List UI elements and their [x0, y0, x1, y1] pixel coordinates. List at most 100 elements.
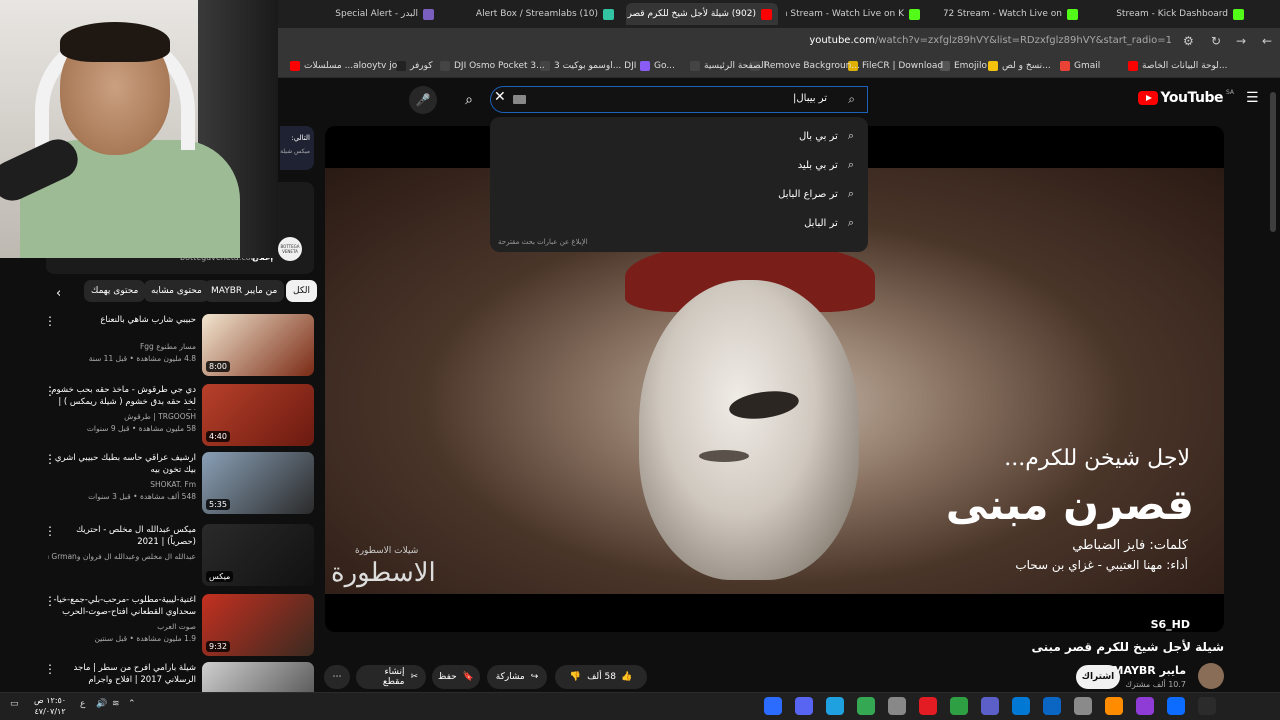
channel-avatar[interactable]: [1198, 663, 1224, 689]
video-thumbnail[interactable]: 5:35: [202, 452, 314, 514]
clear-search-icon[interactable]: ✕: [494, 89, 506, 105]
taskbar-app-icon[interactable]: [764, 697, 782, 715]
save-button[interactable]: 🔖 حفظ: [432, 665, 480, 689]
recommendation-item[interactable]: ميكس ميكس عبدالله ال مخلص - احتريك (حصري…: [40, 524, 316, 590]
suggestion-item[interactable]: ⌕ تر بي بليد: [798, 158, 854, 172]
browser-tab[interactable]: IlYzn Stream - Watch Live on K: [786, 3, 926, 25]
browser-tab[interactable]: Stream - Kick Dashboard: [1100, 3, 1250, 25]
search-input[interactable]: ⌕ تر بيبال|: [490, 86, 868, 113]
video-thumbnail[interactable]: 8:00: [202, 314, 314, 376]
microphone-icon[interactable]: 🎤: [409, 86, 437, 114]
chevron-up-icon[interactable]: ⌃: [128, 699, 136, 709]
bookmark-item[interactable]: اوسمو بوكيت 3... DJI: [540, 61, 636, 71]
taskbar-app-icon[interactable]: [919, 697, 937, 715]
taskbar-app-icon[interactable]: [1167, 697, 1185, 715]
url-field[interactable]: youtube.com/watch?v=zxfglz89hVY&list=RDz…: [809, 35, 1172, 46]
keyboard-icon[interactable]: [513, 95, 526, 104]
recommendation-item[interactable]: 4:40 دي جي طرقوش - ماخذ حقه بحب خشوم لخذ…: [40, 384, 316, 450]
dislike-button[interactable]: 👎: [570, 672, 581, 682]
video-thumbnail[interactable]: ميكس: [202, 524, 314, 586]
page-scrollbar[interactable]: [1270, 92, 1276, 232]
recommendation-channel[interactable]: مسار مطنوع Fgg: [48, 342, 196, 351]
more-vertical-icon[interactable]: ⋮: [44, 524, 56, 538]
wifi-icon[interactable]: ≋: [112, 699, 120, 709]
bookmark-item[interactable]: DJI Osmo Pocket 3...: [440, 61, 545, 71]
chip-for-you[interactable]: محتوى يهمك: [84, 280, 146, 302]
chip-similar[interactable]: محتوى مشابه: [144, 280, 209, 302]
search-button[interactable]: ⌕: [452, 86, 486, 113]
taskbar-clock[interactable]: ١٢:٥٠ ص ٤٧/٠٧/١٢: [34, 695, 66, 717]
reload-icon[interactable]: ↻: [1211, 34, 1221, 48]
taskbar-app-icon[interactable]: [1105, 697, 1123, 715]
taskbar-app-icon[interactable]: [1198, 697, 1216, 715]
bookmark-item[interactable]: Go...: [640, 61, 675, 71]
more-vertical-icon[interactable]: ⋮: [44, 314, 56, 328]
taskbar-app-icon[interactable]: [950, 697, 968, 715]
up-next-card[interactable]: التالي: ميكس شيلة: [280, 126, 314, 170]
subscribe-button[interactable]: اشتراك: [1076, 665, 1120, 689]
bookmark-item[interactable]: مسلسلات ...alooytv jo: [290, 61, 397, 71]
browser-tab[interactable]: (10) Alert Box / Streamlabs: [460, 3, 620, 25]
taskbar-app-icon[interactable]: [857, 697, 875, 715]
recommendation-title[interactable]: دي جي طرقوش - ماخذ حقه بحب خشوم لخذ حقه …: [48, 384, 196, 410]
taskbar-app-icon[interactable]: [888, 697, 906, 715]
video-thumbnail[interactable]: 4:40: [202, 384, 314, 446]
recommendation-channel[interactable]: صوت العرب: [48, 622, 196, 631]
recommendation-title[interactable]: ميكس عبدالله ال مخلص - احتريك (حصرياً) |…: [48, 524, 196, 548]
more-actions-button[interactable]: ⋯: [324, 665, 350, 689]
recommendation-channel[interactable]: عبدالله ال مخلص وعبدالله ال فروان وBin G…: [48, 552, 196, 561]
notification-icon[interactable]: ▭: [10, 699, 19, 709]
bookmark-item[interactable]: لوحة البيانات الخاصة...: [1128, 61, 1228, 71]
suggestion-item[interactable]: ⌕ تر البابل: [804, 216, 854, 230]
bookmark-item[interactable]: كورفر: [396, 61, 433, 71]
bookmark-item[interactable]: الصفحة الرئيسية: [690, 61, 766, 71]
chip-from-channel[interactable]: من مايبر MAYBR: [204, 280, 285, 302]
chevron-left-icon[interactable]: ‹: [56, 286, 61, 301]
bookmark-item[interactable]: Emojilo: [940, 61, 987, 71]
more-vertical-icon[interactable]: ⋮: [44, 384, 56, 398]
taskbar-app-icon[interactable]: [1012, 697, 1030, 715]
more-vertical-icon[interactable]: ⋮: [44, 452, 56, 466]
recommendation-title[interactable]: ارشيف عراقي حاسه بطبك حبيبي اشري بيك تخو…: [48, 452, 196, 476]
browser-tab[interactable]: البدر - Special Alert: [300, 3, 440, 25]
bookmark-item[interactable]: FileCR | Download: [848, 61, 943, 71]
suggestion-item[interactable]: ⌕ تر بي بال: [799, 129, 854, 143]
bookmark-item[interactable]: نسخ و لص...: [988, 61, 1051, 71]
recommendation-item[interactable]: شيلة بارامي افرح من سطر | ماجد الرسلاني …: [40, 662, 316, 692]
menu-icon[interactable]: ☰: [1246, 90, 1260, 106]
taskbar-app-icon[interactable]: [826, 697, 844, 715]
taskbar-app-icon[interactable]: [981, 697, 999, 715]
recommendation-title[interactable]: اغنية-ليبية-مطلوب -مرحب-بلي-جمع-خيا- سحد…: [48, 594, 196, 618]
youtube-logo[interactable]: YouTube SA: [1137, 89, 1234, 106]
chip-all[interactable]: الكل: [286, 280, 318, 302]
recommendation-channel[interactable]: TRGOOSH | طرقوش: [48, 412, 196, 421]
channel-name[interactable]: مايبر MAYBR: [1113, 664, 1186, 677]
back-icon[interactable]: ←: [1262, 34, 1272, 48]
recommendation-item[interactable]: 9:32 اغنية-ليبية-مطلوب -مرحب-بلي-جمع-خيا…: [40, 594, 316, 660]
video-thumbnail[interactable]: [202, 662, 314, 692]
recommendation-item[interactable]: 8:00 حبيبي شارب شاهي بالنعناع مسار مطنوع…: [40, 314, 316, 380]
recommendation-item[interactable]: 5:35 ارشيف عراقي حاسه بطبك حبيبي اشري بي…: [40, 452, 316, 518]
language-indicator[interactable]: ع: [80, 699, 85, 709]
taskbar-app-icon[interactable]: [1043, 697, 1061, 715]
more-vertical-icon[interactable]: ⋮: [44, 662, 56, 676]
suggestion-item[interactable]: ⌕ تر صراع البابل: [778, 187, 854, 201]
recommendation-channel[interactable]: SHOKAT. Fm: [48, 480, 196, 489]
browser-tab-active[interactable]: (902) شيلة لأجل شيخ للكرم قصر✕: [626, 3, 778, 25]
bookmark-item[interactable]: Gmail: [1060, 61, 1100, 71]
clip-button[interactable]: ✂ إنشاء مقطع: [356, 665, 426, 689]
browser-tab[interactable]: SLN72 Stream - Watch Live on: [944, 3, 1084, 25]
ad-brand-logo[interactable]: BOTTEGA VENETA: [278, 237, 302, 261]
like-button[interactable]: 👍 58 ألف: [587, 672, 632, 682]
taskbar-app-icon[interactable]: [1074, 697, 1092, 715]
volume-icon[interactable]: 🔊: [96, 699, 107, 709]
recommendation-title[interactable]: شيلة بارامي افرح من سطر | ماجد الرسلاني …: [48, 662, 196, 686]
site-settings-icon[interactable]: ⚙: [1183, 34, 1194, 48]
recommendation-title[interactable]: حبيبي شارب شاهي بالنعناع: [48, 314, 196, 326]
bookmark-item[interactable]: Remove Backgroun...: [750, 61, 860, 71]
share-button[interactable]: ↪ مشاركة: [487, 665, 547, 689]
report-suggestions-link[interactable]: الإبلاغ عن عبارات بحث مقترحة: [498, 238, 588, 246]
more-vertical-icon[interactable]: ⋮: [44, 594, 56, 608]
taskbar-app-icon[interactable]: [795, 697, 813, 715]
taskbar-app-icon[interactable]: [1136, 697, 1154, 715]
